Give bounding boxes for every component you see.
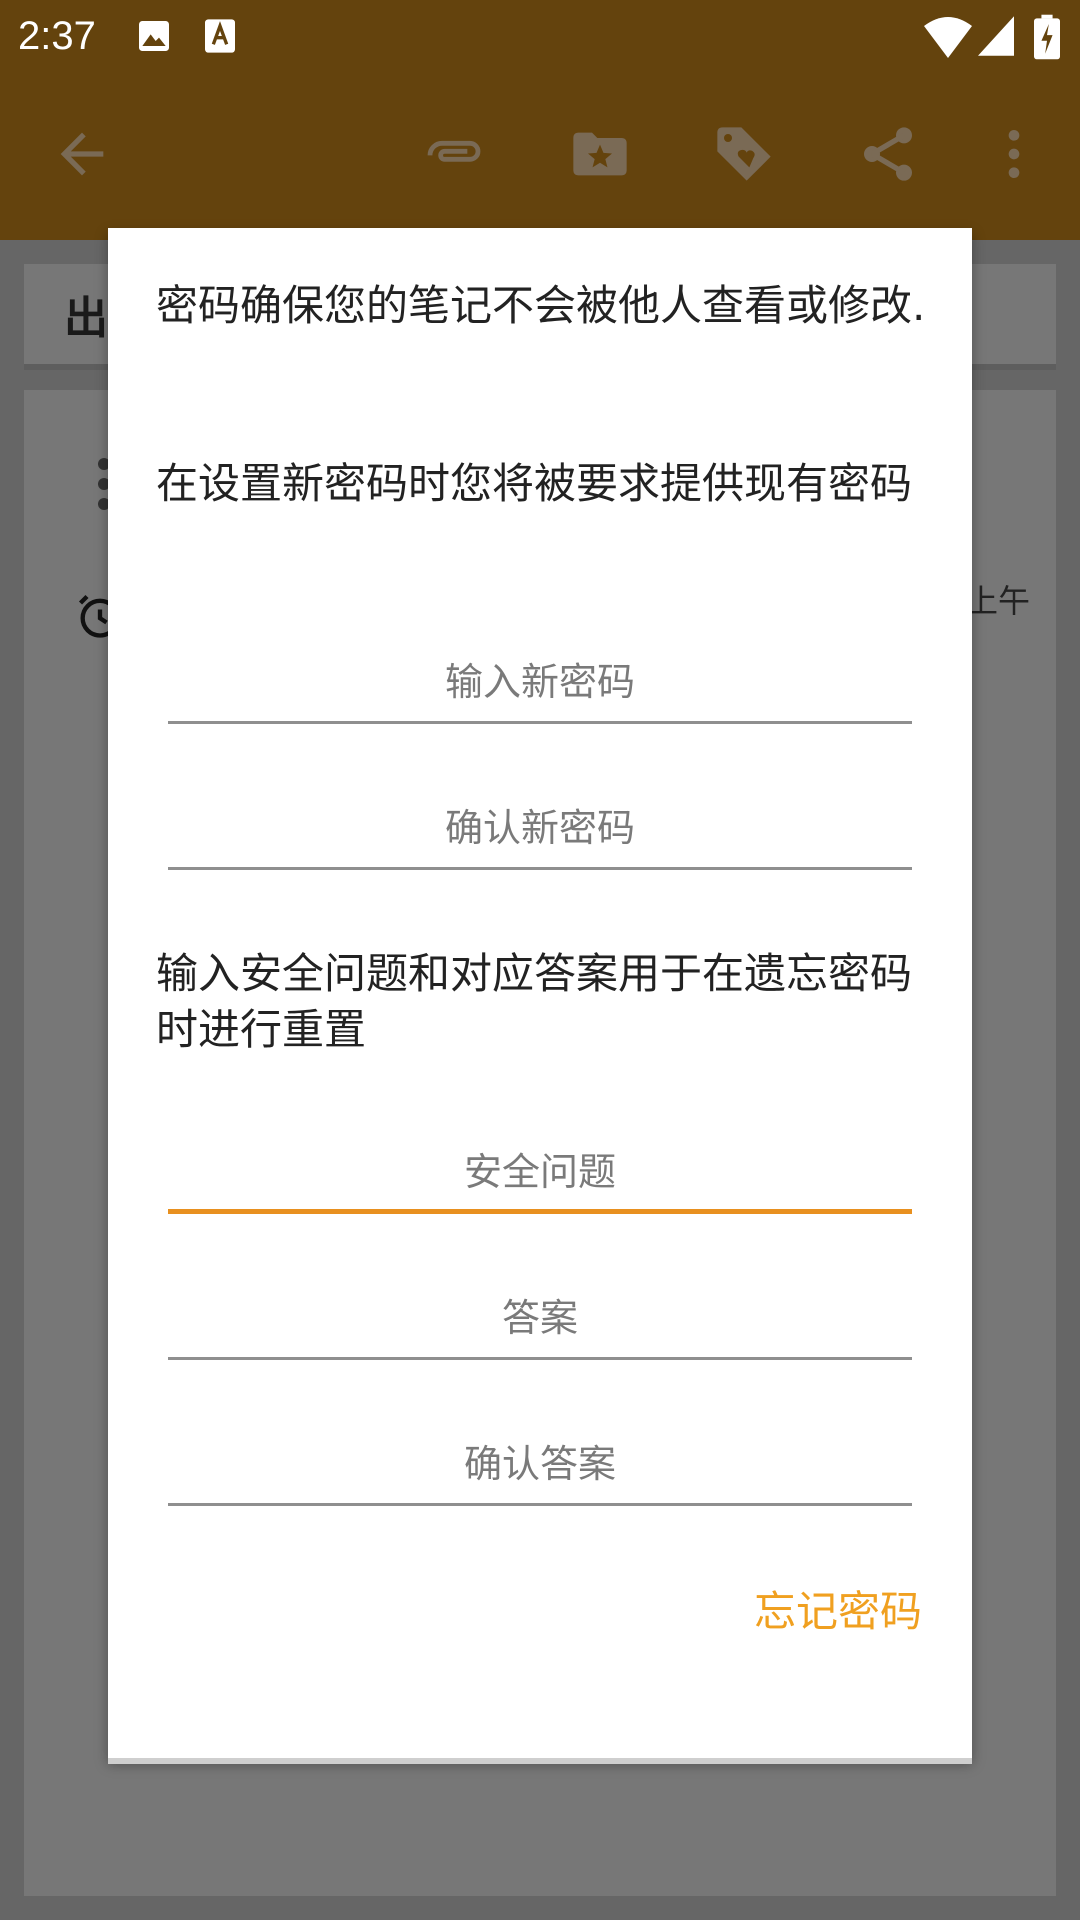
battery-charging-icon [1034, 14, 1060, 60]
security-question-note: 输入安全问题和对应答案用于在遗忘密码时进行重置 [156, 949, 913, 1054]
folder-star-icon[interactable] [568, 122, 632, 186]
reminder-time: 上午 [966, 582, 1031, 620]
new-password-field[interactable] [168, 644, 912, 724]
confirm-answer-input[interactable] [168, 1426, 912, 1502]
existing-password-note: 在设置新密码时您将被要求提供现有密码 [156, 459, 913, 508]
share-icon[interactable] [856, 122, 920, 186]
confirm-answer-field[interactable] [168, 1426, 912, 1506]
image-icon [139, 21, 169, 51]
status-time: 2:37 [18, 14, 96, 58]
toolbar [0, 72, 1080, 240]
field-underline [168, 721, 912, 724]
field-underline [168, 867, 912, 870]
dialog-intro-text: 密码确保您的笔记不会被他人查看或修改. [156, 281, 926, 330]
status-bar: 2:37 [0, 0, 1080, 72]
password-dialog: 密码确保您的笔记不会被他人查看或修改. 在设置新密码时您将被要求提供现有密码 输… [108, 228, 972, 1758]
signal-icon [978, 16, 1014, 56]
back-arrow-icon[interactable] [50, 122, 114, 186]
note-title: 出 [64, 293, 108, 344]
more-vert-icon[interactable] [982, 122, 1046, 186]
security-question-input[interactable] [168, 1134, 912, 1210]
tag-heart-icon[interactable] [712, 122, 776, 186]
attachment-icon[interactable] [422, 122, 486, 186]
security-question-field[interactable] [168, 1134, 912, 1214]
forgot-password-button[interactable]: 忘记密码 [754, 1578, 922, 1639]
answer-input[interactable] [168, 1280, 912, 1356]
answer-field[interactable] [168, 1280, 912, 1360]
text-a-icon [205, 19, 235, 53]
new-password-input[interactable] [168, 644, 912, 720]
dialog-bottom-edge [108, 1758, 972, 1764]
field-underline-focused [168, 1209, 912, 1214]
confirm-password-field[interactable] [168, 790, 912, 870]
wifi-icon [924, 17, 972, 58]
field-underline [168, 1357, 912, 1360]
confirm-password-input[interactable] [168, 790, 912, 866]
field-underline [168, 1503, 912, 1506]
